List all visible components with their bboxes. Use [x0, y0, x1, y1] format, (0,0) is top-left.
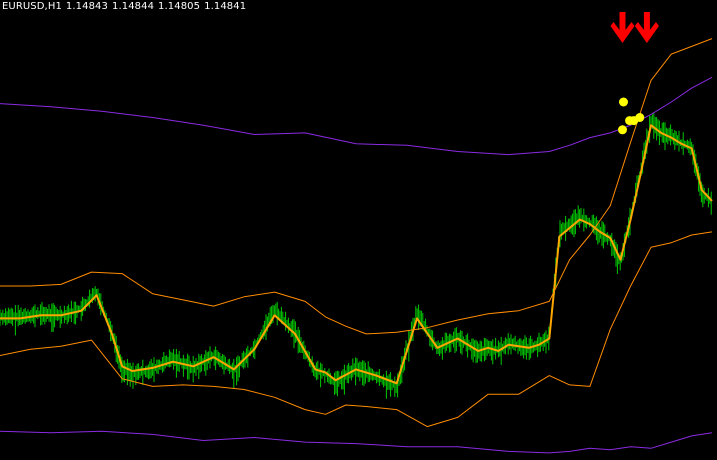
inner-band-upper-line: [0, 38, 713, 335]
sell-arrow-icon: [634, 12, 659, 43]
high-price: 1.14844: [111, 1, 155, 12]
inner-band-lower-line: [0, 231, 713, 428]
outer-band-lower-line: [0, 430, 713, 454]
sell-arrow-icon: [610, 12, 635, 43]
low-price: 1.14805: [158, 1, 201, 12]
plot-area[interactable]: [0, 0, 717, 456]
close-price: 1.14841: [204, 1, 247, 12]
signal-dot: [618, 125, 627, 135]
signal-dot: [619, 97, 628, 107]
signal-dot: [635, 113, 645, 122]
outer-band-upper-line: [0, 76, 713, 156]
chart-header: EURUSD,H1 1.14843 1.14844 1.14805 1.14841: [2, 1, 250, 12]
price-ticks: [0, 112, 712, 399]
chart: EURUSD,H1 1.14843 1.14844 1.14805 1.14841: [0, 0, 717, 456]
symbol-timeframe: EURUSD,H1: [2, 1, 62, 12]
open-price: 1.14843: [65, 1, 108, 12]
